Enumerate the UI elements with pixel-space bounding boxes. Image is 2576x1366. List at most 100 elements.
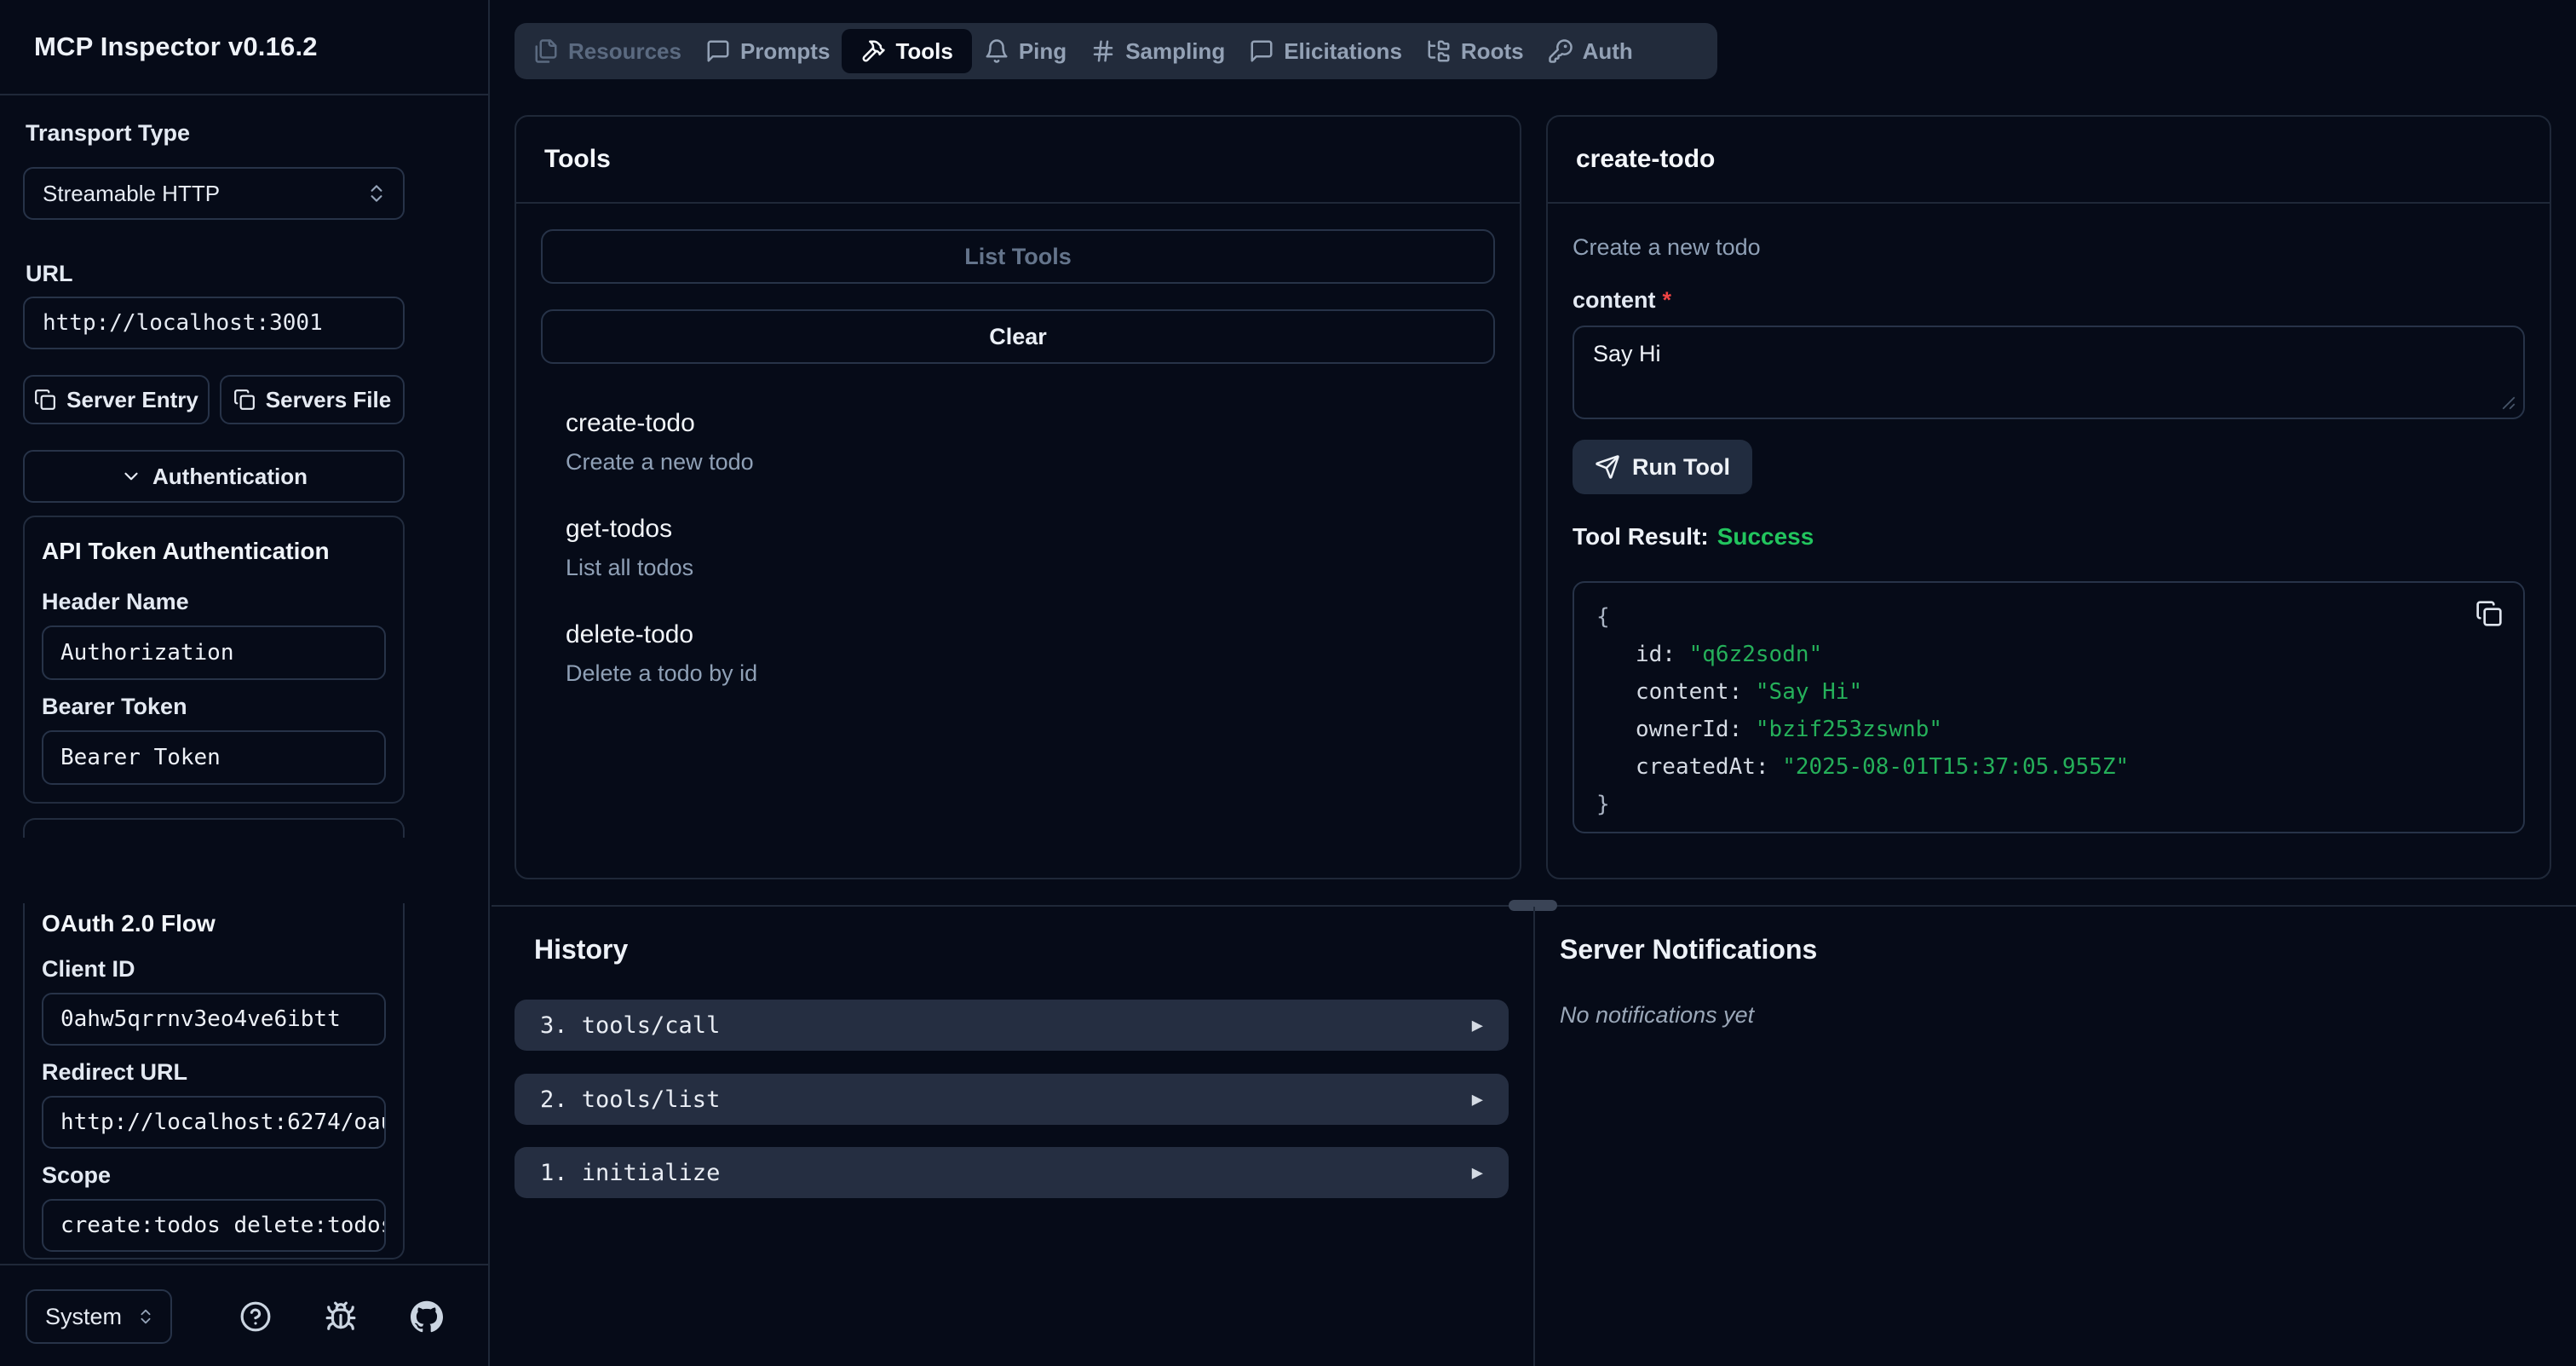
header-name-label: Header Name: [42, 589, 386, 615]
run-tool-button[interactable]: Run Tool: [1573, 440, 1752, 494]
tab-tools[interactable]: Tools: [842, 29, 971, 73]
json-value: "q6z2sodn": [1689, 642, 1823, 667]
client-id-input[interactable]: 0ahw5qrrnv3eo4ve6ibtt: [42, 993, 386, 1046]
copy-icon: [233, 389, 256, 411]
theme-value: System: [45, 1304, 122, 1330]
tool-list-item-create-todo[interactable]: create-todo Create a new todo: [541, 408, 1495, 476]
tool-list-item-get-todos[interactable]: get-todos List all todos: [541, 514, 1495, 582]
chevron-down-icon: [120, 465, 142, 487]
header-name-placeholder: Authorization: [60, 640, 234, 666]
app-title: MCP Inspector v0.16.2: [34, 32, 318, 62]
history-item-label: 1. initialize: [540, 1160, 720, 1186]
scope-label: Scope: [42, 1162, 386, 1189]
field-label-text: content: [1573, 287, 1656, 313]
json-value: "2025-08-01T15:37:05.955Z": [1782, 754, 2129, 780]
bearer-token-input[interactable]: Bearer Token: [42, 730, 386, 785]
list-tools-button[interactable]: List Tools: [541, 229, 1495, 284]
header-name-input[interactable]: Authorization: [42, 625, 386, 680]
url-input[interactable]: http://localhost:3001: [23, 297, 405, 349]
json-line: ownerId: "bzif253zswnb": [1596, 711, 2501, 748]
tool-detail-panel: create-todo Create a new todo content* S…: [1546, 115, 2551, 879]
tool-name: create-todo: [566, 408, 1495, 439]
copy-icon: [34, 389, 56, 411]
tools-panel-title: Tools: [544, 145, 611, 174]
servers-file-label: Servers File: [266, 387, 391, 413]
transport-type-select[interactable]: Streamable HTTP: [23, 167, 405, 220]
bug-icon: [325, 1300, 357, 1333]
message-square-icon: [1249, 38, 1274, 64]
content-textarea[interactable]: Say Hi: [1573, 326, 2525, 419]
history-item-label: 2. tools/list: [540, 1086, 720, 1113]
history-item-initialize[interactable]: 1. initialize ▶: [515, 1147, 1509, 1198]
folder-tree-icon: [1426, 38, 1452, 64]
server-entry-label: Server Entry: [66, 387, 198, 413]
clear-button[interactable]: Clear: [541, 309, 1495, 364]
history-item-tools-list[interactable]: 2. tools/list ▶: [515, 1074, 1509, 1125]
tab-resources[interactable]: Resources: [521, 29, 693, 73]
api-token-section: API Token Authentication Header Name Aut…: [23, 516, 405, 804]
servers-file-button[interactable]: Servers File: [220, 375, 405, 424]
help-circle-icon: [239, 1300, 272, 1333]
tab-elicitations[interactable]: Elicitations: [1237, 29, 1414, 73]
github-button[interactable]: [406, 1296, 447, 1337]
chevrons-up-down-icon: [136, 1307, 155, 1326]
server-notifications-title: Server Notifications: [1560, 934, 1817, 965]
tool-detail-title: create-todo: [1576, 145, 1715, 174]
sidebar-footer: System: [0, 1264, 488, 1366]
redirect-url-input[interactable]: http://localhost:6274/oauth/: [42, 1096, 386, 1149]
client-id-label: Client ID: [42, 956, 386, 983]
tool-result-label: Tool Result:: [1573, 523, 1709, 550]
tool-description: List all todos: [566, 553, 1495, 582]
bell-icon: [984, 38, 1009, 64]
json-close-brace: }: [1596, 786, 2501, 823]
tab-sampling[interactable]: Sampling: [1078, 29, 1237, 73]
json-value: "bzif253zswnb": [1756, 717, 1942, 742]
tool-description: Create a new todo: [566, 447, 1495, 476]
history-item-tools-call[interactable]: 3. tools/call ▶: [515, 1000, 1509, 1051]
expand-arrow-icon: ▶: [1472, 1015, 1483, 1036]
clipped-section-box: [23, 818, 405, 838]
json-open-brace: {: [1596, 598, 2501, 636]
tab-auth[interactable]: Auth: [1536, 29, 1645, 73]
files-icon: [533, 38, 559, 64]
bearer-token-label: Bearer Token: [42, 694, 386, 720]
tab-prompts[interactable]: Prompts: [693, 29, 842, 73]
tool-name: get-todos: [566, 514, 1495, 545]
resize-grip-icon[interactable]: [2501, 395, 2516, 411]
tools-panel-header: Tools: [516, 117, 1520, 204]
no-notifications-text: No notifications yet: [1560, 1002, 1754, 1029]
json-key: ownerId:: [1636, 717, 1742, 742]
hash-icon: [1090, 38, 1116, 64]
copy-result-button[interactable]: [2475, 600, 2503, 627]
sidebar-header: MCP Inspector v0.16.2: [0, 0, 488, 95]
history-title: History: [534, 934, 628, 965]
tool-description: Delete a todo by id: [566, 659, 1495, 688]
tab-roots[interactable]: Roots: [1414, 29, 1536, 73]
run-tool-label: Run Tool: [1632, 454, 1730, 481]
scope-input[interactable]: create:todos delete:todos re: [42, 1199, 386, 1252]
help-button[interactable]: [235, 1296, 276, 1337]
expand-arrow-icon: ▶: [1472, 1162, 1483, 1184]
transport-type-label: Transport Type: [26, 120, 190, 147]
json-line: createdAt: "2025-08-01T15:37:05.955Z": [1596, 748, 2501, 786]
tool-result-row: Tool Result:Success: [1573, 523, 2525, 550]
tool-detail-description: Create a new todo: [1573, 233, 2525, 262]
theme-select[interactable]: System: [26, 1289, 172, 1344]
main-tabbar: Resources Prompts Tools Ping Sampling El…: [515, 23, 1717, 79]
scope-value: create:todos delete:todos re: [60, 1213, 386, 1238]
authentication-toggle[interactable]: Authentication: [23, 450, 405, 503]
tab-label: Auth: [1583, 38, 1633, 65]
tool-list-item-delete-todo[interactable]: delete-todo Delete a todo by id: [541, 620, 1495, 688]
copy-icon: [2475, 600, 2503, 627]
github-icon: [411, 1300, 443, 1333]
vertical-divider[interactable]: [1533, 907, 1535, 1366]
tab-label: Resources: [568, 38, 681, 65]
json-key: content:: [1636, 679, 1742, 705]
json-value: "Say Hi": [1756, 679, 1862, 705]
tab-ping[interactable]: Ping: [972, 29, 1078, 73]
sidebar: MCP Inspector v0.16.2 Transport Type Str…: [0, 0, 490, 1366]
tab-label: Tools: [895, 38, 952, 65]
server-entry-button[interactable]: Server Entry: [23, 375, 210, 424]
debug-button[interactable]: [320, 1296, 361, 1337]
chevrons-up-down-icon: [365, 182, 388, 205]
